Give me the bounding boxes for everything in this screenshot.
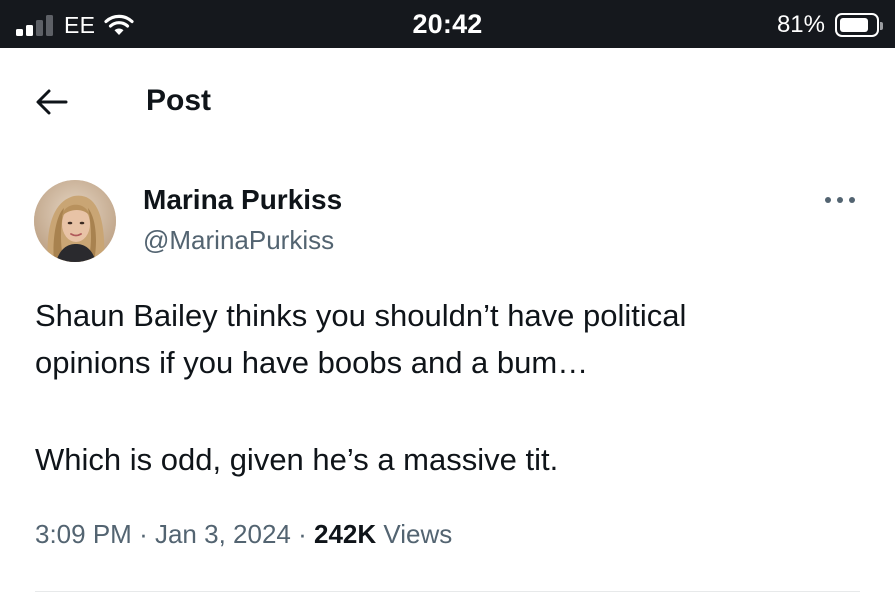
views-label: Views: [383, 519, 453, 549]
author-handle[interactable]: @MarinaPurkiss: [143, 225, 334, 256]
battery-nub: [880, 22, 883, 30]
more-horizontal-icon: [825, 197, 855, 203]
status-right: 81%: [776, 11, 883, 39]
post-date[interactable]: Jan 3, 2024: [155, 519, 291, 549]
back-button[interactable]: [30, 80, 74, 124]
battery-icon: [835, 13, 883, 37]
more-button[interactable]: [818, 188, 862, 212]
battery-fill: [840, 18, 868, 32]
author-name[interactable]: Marina Purkiss: [143, 184, 342, 216]
meta-separator: ·: [139, 519, 148, 549]
status-time: 20:42: [412, 9, 483, 39]
post-text-line: Which is odd, given he’s a massive tit.: [35, 442, 559, 477]
post-text-line: Shaun Bailey thinks you shouldn’t have p…: [35, 298, 687, 333]
battery-percent: 81%: [776, 11, 825, 38]
page-title: Post: [146, 84, 212, 117]
views-count[interactable]: 242K: [314, 519, 376, 549]
post-text-line: opinions if you have boobs and a bum…: [35, 345, 589, 380]
status-bar: EE 20:42 81%: [0, 0, 895, 48]
post-meta: 3:09 PM · Jan 3, 2024 · 242K Views: [35, 519, 452, 550]
post-text: Shaun Bailey thinks you shouldn’t have p…: [35, 292, 865, 483]
avatar[interactable]: [34, 180, 116, 262]
post-header: Post: [0, 48, 895, 158]
arrow-left-icon: [36, 89, 68, 115]
post-time[interactable]: 3:09 PM: [35, 519, 132, 549]
divider: [35, 591, 860, 592]
meta-separator: ·: [298, 519, 307, 549]
